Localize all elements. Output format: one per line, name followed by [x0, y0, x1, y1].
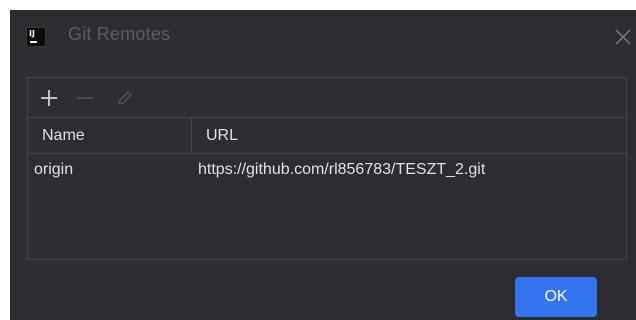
- remote-url-cell: https://github.com/rl856783/TESZT_2.git: [198, 161, 486, 178]
- table-row[interactable]: origin https://github.com/rl856783/TESZT…: [28, 154, 626, 188]
- column-header-url-label[interactable]: URL: [206, 127, 238, 145]
- plus-icon[interactable]: [38, 87, 60, 109]
- minus-icon[interactable]: [74, 87, 96, 109]
- column-header-name[interactable]: Name: [28, 118, 192, 153]
- remote-name-cell: origin: [34, 161, 74, 178]
- remotes-table-panel: Name URL origin https://github.com/rl856…: [27, 77, 627, 260]
- app-icon-label: IJ: [29, 29, 35, 38]
- table-toolbar: [28, 78, 626, 118]
- pencil-icon[interactable]: [114, 87, 136, 109]
- git-remotes-dialog: IJ Git Remotes Name URL origin https://g…: [10, 10, 636, 320]
- title-bar[interactable]: IJ Git Remotes: [10, 10, 636, 64]
- dialog-title: Git Remotes: [68, 24, 171, 44]
- intellij-app-icon: IJ: [26, 27, 46, 47]
- ok-button[interactable]: OK: [515, 277, 597, 317]
- column-header-name-label: Name: [42, 127, 85, 144]
- table-header: Name URL: [28, 118, 626, 154]
- close-icon[interactable]: [610, 24, 636, 50]
